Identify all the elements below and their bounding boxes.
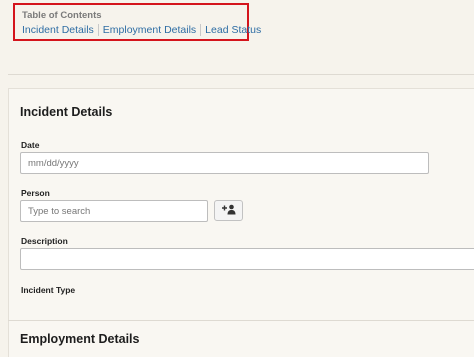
toc-link-lead-status[interactable]: Lead Status [205, 24, 261, 36]
person-label: Person [21, 188, 50, 198]
date-input[interactable] [20, 152, 429, 174]
toc-separator [97, 24, 99, 36]
toc-title: Table of Contents [22, 10, 102, 21]
section-title-employment-details: Employment Details [20, 332, 140, 346]
date-label: Date [21, 140, 40, 150]
table-of-contents: Table of Contents Incident Details Emplo… [13, 3, 261, 41]
toc-link-incident-details[interactable]: Incident Details [22, 24, 94, 36]
divider [8, 320, 474, 321]
person-search-input[interactable] [20, 200, 208, 222]
divider [8, 74, 474, 75]
toc-link-employment-details[interactable]: Employment Details [103, 24, 196, 36]
section-title-incident-details: Incident Details [20, 105, 113, 119]
description-label: Description [21, 236, 68, 246]
description-input[interactable] [20, 248, 474, 270]
add-person-icon [221, 202, 236, 220]
add-person-button[interactable] [214, 200, 243, 221]
page: Table of Contents Incident Details Emplo… [0, 0, 474, 357]
toc-links: Incident Details Employment Details Lead… [22, 24, 261, 36]
toc-separator [200, 24, 202, 36]
incident-details-panel [8, 88, 474, 357]
incident-type-label: Incident Type [21, 285, 76, 295]
